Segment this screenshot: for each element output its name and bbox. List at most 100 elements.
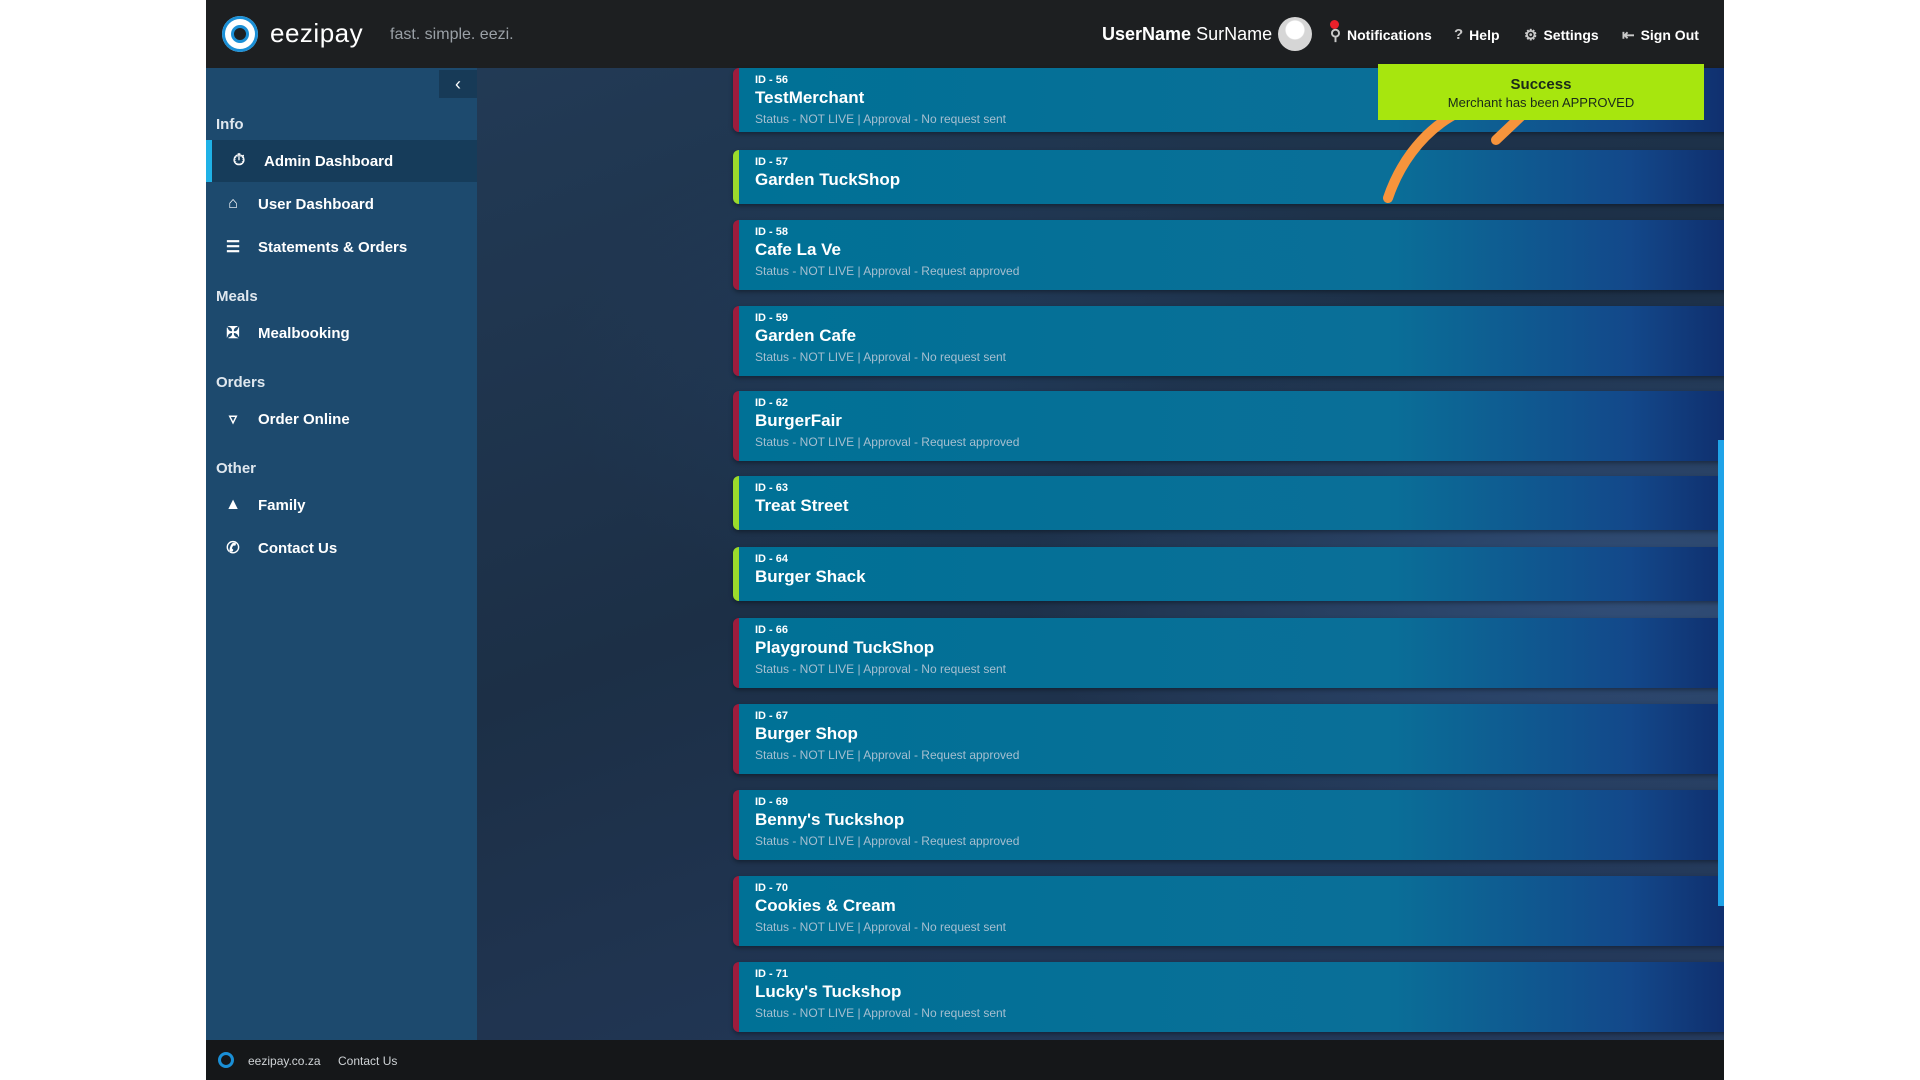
notification-badge [1330,20,1339,29]
sidebar-item-label: Family [258,496,306,514]
sidebar-section-info: Info [216,116,244,133]
merchant-status: Status - NOT LIVE | Approval - No reques… [755,662,1007,676]
merchant-name: Playground TuckShop [755,638,935,657]
top-bar: eezipay fast. simple. eezi. UserName Sur… [206,0,1724,68]
sidebar-item-mealbooking[interactable]: ✠ Mealbooking [206,312,477,354]
success-toast[interactable]: Success Merchant has been APPROVED [1378,64,1704,120]
gear-icon: ⚙ [1524,27,1538,44]
sign-out-button[interactable]: ⇤ Sign Out [1622,26,1699,44]
footer-contact-link[interactable]: Contact Us [338,1054,397,1068]
merchant-status: Status - NOT LIVE | Approval - Request a… [755,435,1020,449]
basket-icon: ▿ [228,411,238,428]
merchant-name: Garden TuckShop [755,170,901,189]
sidebar-section-other: Other [216,460,257,477]
tagline: fast. simple. eezi. [390,26,514,43]
dashboard-icon: ⏱ [232,152,246,169]
sidebar-item-user-dashboard[interactable]: ⌂ User Dashboard [206,183,477,225]
sidebar-section-orders: Orders [216,374,266,391]
scrollbar-thumb[interactable] [1718,440,1724,906]
list-icon: ☰ [225,239,241,256]
settings-button[interactable]: ⚙ Settings [1524,26,1599,44]
brand-name[interactable]: eezipay [270,18,363,49]
merchant-name: Burger Shop [755,724,858,743]
merchant-status: Status - NOT LIVE | Approval - No reques… [755,112,1007,126]
sidebar-section-meals: Meals [216,288,258,305]
merchant-id: ID - 66 [755,624,789,636]
sidebar-item-label: User Dashboard [258,195,374,213]
phone-icon: ✆ [226,540,240,557]
sidebar-item-statements-orders[interactable]: ☰ Statements & Orders [206,226,477,268]
merchant-card[interactable]: ID - 64 Burger Shack [733,547,1724,601]
sidebar-item-label: Statements & Orders [258,238,408,256]
merchant-id: ID - 57 [755,156,789,168]
sidebar-item-family[interactable]: ▲ Family [206,484,477,526]
footer-site-link[interactable]: eezipay.co.za [248,1054,321,1068]
merchant-list: ID - 56 TestMerchant Status - NOT LIVE |… [477,68,1724,1040]
merchant-id: ID - 59 [755,312,789,324]
merchant-status: Status - NOT LIVE | Approval - Request a… [755,748,1020,762]
merchant-name: Cafe La Ve [755,240,841,259]
chevron-left-icon: ‹ [455,74,461,94]
user-first-name: UserName [1102,24,1192,44]
collapse-sidebar-button[interactable]: ‹ [439,70,477,98]
help-button[interactable]: ? Help [1454,26,1500,43]
sidebar-item-admin-dashboard[interactable]: ⏱ Admin Dashboard [206,140,477,182]
sign-out-label: Sign Out [1640,27,1699,43]
toast-title: Success [1510,76,1572,93]
merchant-id: ID - 56 [755,74,789,86]
eezipay-logo-icon [218,1052,234,1068]
settings-label: Settings [1543,27,1599,43]
merchant-id: ID - 69 [755,796,789,808]
merchant-name: Burger Shack [755,567,866,586]
merchant-card[interactable]: ID - 63 Treat Street [733,476,1724,530]
merchant-status: Status - NOT LIVE | Approval - No reques… [755,1006,1007,1020]
merchant-card[interactable]: ID - 66 Playground TuckShop Status - NOT… [733,618,1724,688]
merchant-status: Status - NOT LIVE | Approval - Request a… [755,264,1020,278]
merchant-card[interactable]: ID - 58 Cafe La Ve Status - NOT LIVE | A… [733,220,1724,290]
merchant-card[interactable]: ID - 71 Lucky's Tuckshop Status - NOT LI… [733,962,1724,1032]
sidebar: ‹ Info ⏱ Admin Dashboard ⌂ User Dashboar… [206,68,477,1040]
merchant-name: Benny's Tuckshop [755,810,905,829]
merchant-name: BurgerFair [755,411,842,430]
merchant-status: Status - NOT LIVE | Approval - No reques… [755,920,1007,934]
merchant-name: Lucky's Tuckshop [755,982,902,1001]
question-icon: ? [1454,26,1464,43]
user-last-name: SurName [1196,24,1273,44]
family-icon: ▲ [225,496,241,513]
sidebar-item-label: Order Online [258,410,350,428]
merchant-status: Status - NOT LIVE | Approval - No reques… [755,350,1007,364]
merchant-card[interactable]: ID - 62 BurgerFair Status - NOT LIVE | A… [733,391,1724,461]
merchant-card[interactable]: ID - 69 Benny's Tuckshop Status - NOT LI… [733,790,1724,860]
merchant-status: Status - NOT LIVE | Approval - Request a… [755,834,1020,848]
sidebar-item-order-online[interactable]: ▿ Order Online [206,398,477,440]
merchant-id: ID - 70 [755,882,789,894]
merchant-card[interactable]: ID - 67 Burger Shop Status - NOT LIVE | … [733,704,1724,774]
utensils-icon: ✠ [226,325,240,342]
merchant-id: ID - 67 [755,710,789,722]
sidebar-item-label: Admin Dashboard [264,152,394,170]
merchant-name: Garden Cafe [755,326,857,345]
merchant-name: Cookies & Cream [755,896,896,915]
merchant-card[interactable]: ID - 70 Cookies & Cream Status - NOT LIV… [733,876,1724,946]
notifications-button[interactable]: ⚲ Notifications [1330,26,1432,44]
merchant-name: TestMerchant [755,88,865,107]
merchant-id: ID - 64 [755,553,789,565]
sidebar-item-label: Mealbooking [258,324,350,342]
eezipay-logo-icon[interactable] [222,16,258,52]
avatar[interactable] [1278,17,1312,51]
toast-message: Merchant has been APPROVED [1447,95,1635,110]
notifications-label: Notifications [1347,27,1432,43]
merchant-name: Treat Street [755,496,849,515]
footer: eezipay.co.za Contact Us [206,1040,1724,1080]
merchant-id: ID - 71 [755,968,789,980]
merchant-id: ID - 62 [755,397,789,409]
sign-out-icon: ⇤ [1622,27,1635,44]
app-window: eezipay fast. simple. eezi. UserName Sur… [206,0,1724,1080]
merchant-card[interactable]: ID - 59 Garden Cafe Status - NOT LIVE | … [733,306,1724,376]
home-icon: ⌂ [228,195,238,212]
user-name[interactable]: UserName SurName [1102,24,1272,45]
merchant-id: ID - 63 [755,482,789,494]
help-label: Help [1469,26,1500,43]
sidebar-item-label: Contact Us [258,539,338,557]
sidebar-item-contact-us[interactable]: ✆ Contact Us [206,527,477,569]
